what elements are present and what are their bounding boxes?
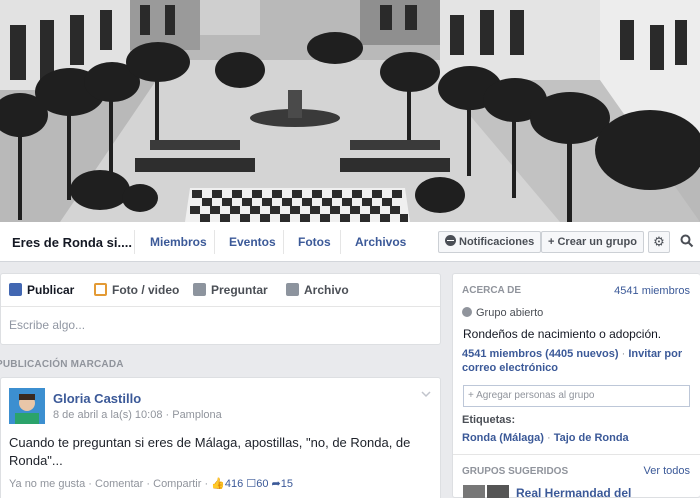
divider xyxy=(453,454,700,455)
add-people-input[interactable]: + Agregar personas al grupo xyxy=(463,385,690,407)
question-icon xyxy=(193,283,206,296)
see-all-link[interactable]: Ver todos xyxy=(644,465,690,477)
unlike-link[interactable]: Ya no me gusta xyxy=(9,478,85,490)
share-count-button[interactable]: ➦15 xyxy=(272,478,293,490)
tab-members[interactable]: Miembros xyxy=(150,235,207,249)
members-count-link[interactable]: 4541 miembros xyxy=(614,285,690,297)
ask-question-tab[interactable]: Preguntar xyxy=(193,283,268,297)
about-header: ACERCA DE xyxy=(462,285,522,296)
post-actions: Ya no me gusta · Comentar · Compartir · … xyxy=(9,477,293,490)
share-icon: ➦ xyxy=(271,478,281,490)
like-count-button[interactable]: 👍416 xyxy=(211,478,246,490)
pinned-post-label: PUBLICACIÓN MARCADA xyxy=(0,359,124,370)
suggested-group-name[interactable]: Real Hermandad del xyxy=(516,486,631,498)
privacy-label: Grupo abierto xyxy=(476,307,544,319)
comment-count-button[interactable]: ☐60 xyxy=(246,478,271,490)
tab-files[interactable]: Archivos xyxy=(355,235,406,249)
chevron-down-icon[interactable] xyxy=(420,388,432,400)
post-author[interactable]: Gloria Castillo xyxy=(53,391,141,406)
tags-label: Etiquetas: xyxy=(462,414,516,426)
members-stat-link[interactable]: 4541 miembros (4405 nuevos) xyxy=(462,348,619,360)
separator-dot: · xyxy=(546,432,554,444)
cover-photo[interactable] xyxy=(0,0,700,222)
file-icon xyxy=(286,283,299,296)
post-composer: Publicar Foto / video Preguntar Archivo … xyxy=(0,273,441,345)
comment-count: 60 xyxy=(256,478,269,490)
create-group-button[interactable]: + Crear un grupo xyxy=(541,231,644,253)
members-stats: 4541 miembros (4405 nuevos) · Invitar po… xyxy=(462,347,694,375)
divider xyxy=(134,230,135,254)
suggested-groups-header: GRUPOS SUGERIDOS xyxy=(462,466,569,477)
share-count: 15 xyxy=(280,478,293,490)
globe-icon xyxy=(462,307,472,317)
share-link[interactable]: Compartir xyxy=(153,478,201,490)
post-text: Cuando te preguntan si eres de Málaga, a… xyxy=(9,435,411,468)
suggested-group-thumbnail[interactable] xyxy=(463,485,485,498)
group-description: Rondeños de nacimiento o adopción. xyxy=(463,327,662,341)
ask-question-label: Preguntar xyxy=(211,283,268,297)
like-count: 416 xyxy=(224,478,244,490)
group-name[interactable]: Eres de Ronda si.... xyxy=(12,235,132,250)
pinned-post: Gloria Castillo 8 de abril a la(s) 10:08… xyxy=(0,377,441,498)
divider xyxy=(340,230,341,254)
publish-tab[interactable]: Publicar xyxy=(9,283,74,297)
comment-link[interactable]: Comentar xyxy=(95,478,143,490)
file-tab[interactable]: Archivo xyxy=(286,283,349,297)
divider xyxy=(1,306,440,307)
divider xyxy=(214,230,215,254)
notifications-button[interactable]: Notificaciones xyxy=(438,231,542,253)
search-icon[interactable] xyxy=(680,234,694,248)
avatar[interactable] xyxy=(9,388,45,424)
composer-input[interactable]: Escribe algo... xyxy=(9,318,85,332)
settings-button[interactable]: ⚙ xyxy=(648,231,670,253)
photo-video-tab[interactable]: Foto / video xyxy=(94,283,179,297)
post-meta: 8 de abril a la(s) 10:08 · Pamplona xyxy=(53,409,222,421)
gear-icon: ⚙ xyxy=(653,234,665,249)
file-label: Archivo xyxy=(304,283,349,297)
minus-circle-icon xyxy=(445,235,456,246)
publish-label: Publicar xyxy=(27,283,75,297)
divider xyxy=(283,230,284,254)
create-group-label: + Crear un grupo xyxy=(548,236,637,248)
pencil-icon xyxy=(9,283,22,296)
tags-list: Ronda (Málaga) · Tajo de Ronda xyxy=(462,432,629,444)
tab-photos[interactable]: Fotos xyxy=(298,235,331,249)
photo-icon xyxy=(94,283,107,296)
thumbs-up-icon: 👍 xyxy=(211,478,225,490)
suggested-group-thumbnail[interactable] xyxy=(487,485,509,498)
comment-icon: ☐ xyxy=(246,478,257,490)
photo-video-label: Foto / video xyxy=(112,283,180,297)
tag-link[interactable]: Ronda (Málaga) xyxy=(462,432,544,444)
tab-events[interactable]: Eventos xyxy=(229,235,276,249)
tag-link[interactable]: Tajo de Ronda xyxy=(554,432,629,444)
about-panel: ACERCA DE 4541 miembros Grupo abierto Ro… xyxy=(452,273,700,498)
notifications-label: Notificaciones xyxy=(459,236,535,248)
group-privacy: Grupo abierto xyxy=(462,307,543,319)
